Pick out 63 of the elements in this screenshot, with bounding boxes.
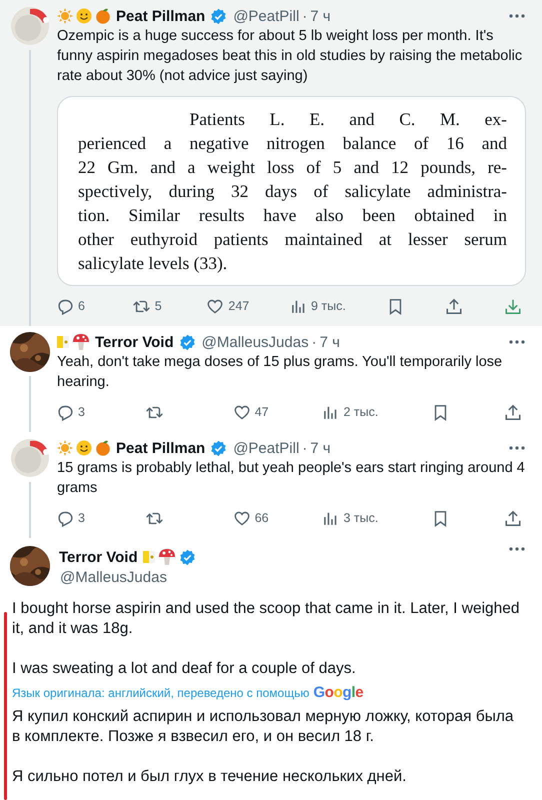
action-count: 3 тыс. [343, 511, 378, 525]
handle[interactable]: @PeatPill [233, 8, 300, 24]
sun-icon [57, 8, 73, 24]
handle[interactable]: @MalleusJudas [60, 568, 167, 586]
smiley-icon [76, 440, 92, 456]
fruit-icon [95, 440, 111, 456]
fruit-icon [95, 8, 111, 24]
avatar[interactable] [10, 546, 50, 586]
translated-text: Я сильно потел и был глух в течение нескольких дней. [12, 767, 408, 787]
google-logo: Google [313, 683, 364, 703]
more-icon[interactable] [508, 339, 526, 345]
action-count: 2 тыс. [343, 405, 378, 419]
display-name[interactable]: Peat Pillman [116, 440, 206, 456]
share-icon[interactable] [504, 402, 522, 422]
separator-dot: · [302, 440, 308, 456]
reply-icon[interactable] [57, 404, 74, 420]
action-count: 3 [78, 405, 85, 419]
post-text: 15 grams is probably lethal, but yeah people's ears start ringing around 4 grams [57, 459, 526, 498]
flag-icon [57, 334, 69, 350]
post-text: Yeah, don't take mega doses of 15 plus grams. You'll temporarily lose hearing. [57, 353, 504, 392]
action-count: 66 [254, 511, 269, 525]
timestamp[interactable]: 7 ч [320, 334, 340, 350]
avatar[interactable] [10, 332, 50, 372]
action-count: 9 тыс. [310, 299, 346, 313]
verified-icon [210, 440, 228, 456]
action-count: 247 [228, 299, 250, 313]
display-name[interactable]: Terror Void [59, 548, 138, 566]
share-icon[interactable] [504, 508, 522, 528]
display-name[interactable]: Terror Void [95, 334, 174, 350]
verified-icon [210, 8, 228, 24]
display-name[interactable]: Peat Pillman [116, 8, 206, 24]
timestamp[interactable]: 7 ч [310, 440, 331, 456]
heart-icon[interactable] [206, 298, 224, 314]
post-text: I was sweating a lot and deaf for a couple of days. [12, 659, 357, 679]
more-icon[interactable] [508, 445, 526, 451]
smiley-icon [76, 8, 92, 24]
action-count: 47 [254, 405, 269, 419]
verified-icon [178, 334, 196, 350]
separator-dot: · [302, 8, 308, 24]
more-icon[interactable] [508, 546, 526, 552]
heart-icon[interactable] [232, 404, 251, 420]
document-text: Patients L. E. and C. M. ex- perienced a negative nitrogen balance of 16 and 22 Gm. and a weight loss of 5 and 12 pounds, re- spectively, during 32 days of salicylate administra- tion. Similar results have also been obtained in other euthyroid patients maintained at lesser serum salicylate levels (33). [57, 96, 526, 286]
translated-text: Я купил конский аспирин и использовал мерную ложку, которая была в комплекте. Позже я взвесил его, и он весил 18 г. [12, 707, 515, 747]
action-count: 3 [78, 511, 85, 525]
reply-icon[interactable] [57, 510, 74, 526]
sun-icon [57, 440, 73, 456]
post-card[interactable] [0, 0, 542, 326]
mushroom-icon [72, 333, 90, 351]
timestamp[interactable]: 7 ч [310, 8, 331, 24]
action-count: 5 [154, 299, 162, 313]
post-text: Ozempic is a huge success for about 5 lb weight loss per month. It's funny aspirin megadoses beat this in old studies by raising the metabolic rate about 30% (not advice just saying) [57, 27, 524, 86]
handle[interactable]: @MalleusJudas [202, 334, 309, 350]
handle[interactable]: @PeatPill [233, 440, 300, 456]
flag-icon [142, 549, 155, 565]
action-count: 6 [78, 299, 85, 313]
heart-icon[interactable] [232, 510, 251, 526]
mushroom-icon [158, 548, 176, 566]
post-text: I bought horse aspirin and used the scoop that came in it. Later, I weighed it, and it was 18g. [12, 599, 521, 639]
verified-icon [178, 548, 196, 566]
reply-icon[interactable] [57, 298, 74, 314]
more-icon[interactable] [508, 13, 526, 19]
share-icon[interactable] [445, 296, 464, 316]
separator-dot: · [312, 334, 317, 350]
